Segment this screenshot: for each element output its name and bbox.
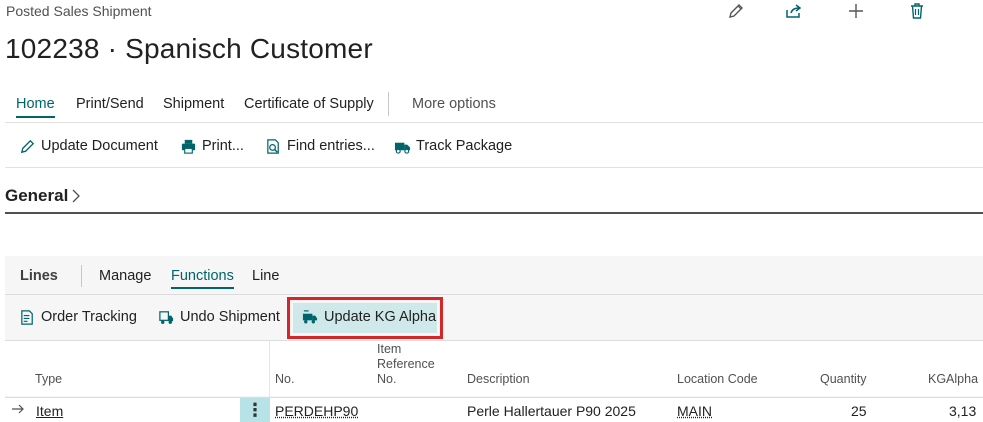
column-header-location-code[interactable]: Location Code bbox=[677, 372, 758, 387]
divider bbox=[5, 122, 983, 123]
trash-icon bbox=[911, 3, 923, 19]
share-button[interactable] bbox=[781, 0, 807, 22]
lines-part: Lines Manage Functions Line Order Tracki… bbox=[5, 256, 983, 422]
tab-home[interactable]: Home bbox=[16, 96, 55, 118]
divider bbox=[5, 294, 983, 295]
print-label: Print... bbox=[202, 138, 244, 154]
track-package-button[interactable]: Track Package bbox=[394, 131, 512, 161]
cell-type[interactable]: Item bbox=[36, 403, 63, 419]
column-header-type[interactable]: Type bbox=[35, 372, 62, 387]
find-entries-icon bbox=[267, 138, 279, 154]
find-entries-button[interactable]: Find entries... bbox=[265, 131, 375, 161]
general-section-header[interactable]: General bbox=[5, 186, 82, 206]
print-button[interactable]: Print... bbox=[180, 131, 244, 161]
tab-print-send[interactable]: Print/Send bbox=[76, 96, 144, 112]
truck-update-icon bbox=[302, 309, 318, 323]
lines-tab-manage[interactable]: Manage bbox=[99, 268, 151, 284]
new-button[interactable] bbox=[843, 0, 869, 22]
update-document-label: Update Document bbox=[41, 138, 158, 154]
update-kg-alpha-button[interactable]: Update KG Alpha bbox=[302, 300, 436, 334]
page-title: 102238 · Spanisch Customer bbox=[5, 33, 373, 64]
pencil-icon bbox=[20, 139, 35, 153]
top-actions bbox=[723, 0, 983, 22]
page-caption: Posted Sales Shipment bbox=[6, 3, 152, 19]
general-label: General bbox=[5, 186, 69, 205]
action-bar: Update Document Print... Find entries...… bbox=[0, 131, 983, 161]
find-entries-label: Find entries... bbox=[287, 138, 375, 154]
tab-divider bbox=[388, 92, 389, 116]
action-tabs: Home Print/Send Shipment Certificate of … bbox=[0, 92, 983, 122]
column-header-description[interactable]: Description bbox=[467, 372, 530, 387]
column-header-kgalpha[interactable]: KGAlpha bbox=[928, 372, 978, 387]
plus-icon bbox=[849, 4, 863, 18]
lines-grid-header: Type No. Item Reference No. Description … bbox=[5, 341, 983, 396]
chevron-right-icon bbox=[72, 189, 81, 203]
table-row[interactable]: Item ⋮ PERDEHP90 Perle Hallertauer P90 2… bbox=[5, 397, 983, 422]
tab-shipment[interactable]: Shipment bbox=[163, 96, 224, 112]
delete-button[interactable] bbox=[904, 0, 930, 22]
divider bbox=[5, 167, 983, 168]
cell-kgalpha[interactable]: 3,13 bbox=[949, 403, 976, 419]
column-header-item-reference-no[interactable]: Item Reference No. bbox=[377, 342, 435, 387]
tab-certificate-of-supply[interactable]: Certificate of Supply bbox=[244, 96, 374, 112]
lines-tab-line[interactable]: Line bbox=[252, 268, 279, 284]
printer-icon bbox=[181, 139, 196, 154]
lines-action-bar: Order Tracking Undo Shipment Update KG A… bbox=[5, 300, 983, 334]
cell-description[interactable]: Perle Hallertauer P90 2025 bbox=[467, 403, 636, 419]
section-underline bbox=[5, 212, 983, 214]
update-kg-alpha-label: Update KG Alpha bbox=[324, 309, 437, 325]
order-tracking-button[interactable]: Order Tracking bbox=[19, 300, 137, 334]
edit-button[interactable] bbox=[723, 0, 749, 22]
share-icon bbox=[786, 4, 802, 18]
cell-quantity[interactable]: 25 bbox=[851, 403, 867, 419]
cell-no[interactable]: PERDEHP90 bbox=[275, 403, 358, 419]
ellipsis-vertical-icon: ⋮ bbox=[246, 400, 264, 420]
column-header-no[interactable]: No. bbox=[275, 372, 294, 387]
track-package-label: Track Package bbox=[416, 138, 513, 154]
column-header-quantity[interactable]: Quantity bbox=[820, 372, 867, 387]
cell-location-code[interactable]: MAIN bbox=[677, 403, 712, 419]
order-tracking-icon bbox=[21, 309, 33, 325]
lines-tabs: Lines Manage Functions Line bbox=[5, 256, 983, 294]
undo-shipment-label: Undo Shipment bbox=[180, 309, 280, 325]
truck-icon bbox=[394, 142, 411, 154]
pencil-icon bbox=[729, 4, 743, 18]
row-actions-button[interactable]: ⋮ bbox=[240, 398, 270, 422]
lines-tab-functions[interactable]: Functions bbox=[171, 268, 234, 289]
order-tracking-label: Order Tracking bbox=[41, 309, 137, 325]
undo-shipment-button[interactable]: Undo Shipment bbox=[158, 300, 280, 334]
update-document-button[interactable]: Update Document bbox=[19, 131, 158, 161]
undo-shipment-icon bbox=[159, 310, 174, 324]
lines-title[interactable]: Lines bbox=[20, 268, 58, 284]
lines-divider bbox=[81, 265, 82, 287]
arrow-right-icon bbox=[12, 404, 24, 414]
tab-more-options[interactable]: More options bbox=[412, 96, 496, 112]
